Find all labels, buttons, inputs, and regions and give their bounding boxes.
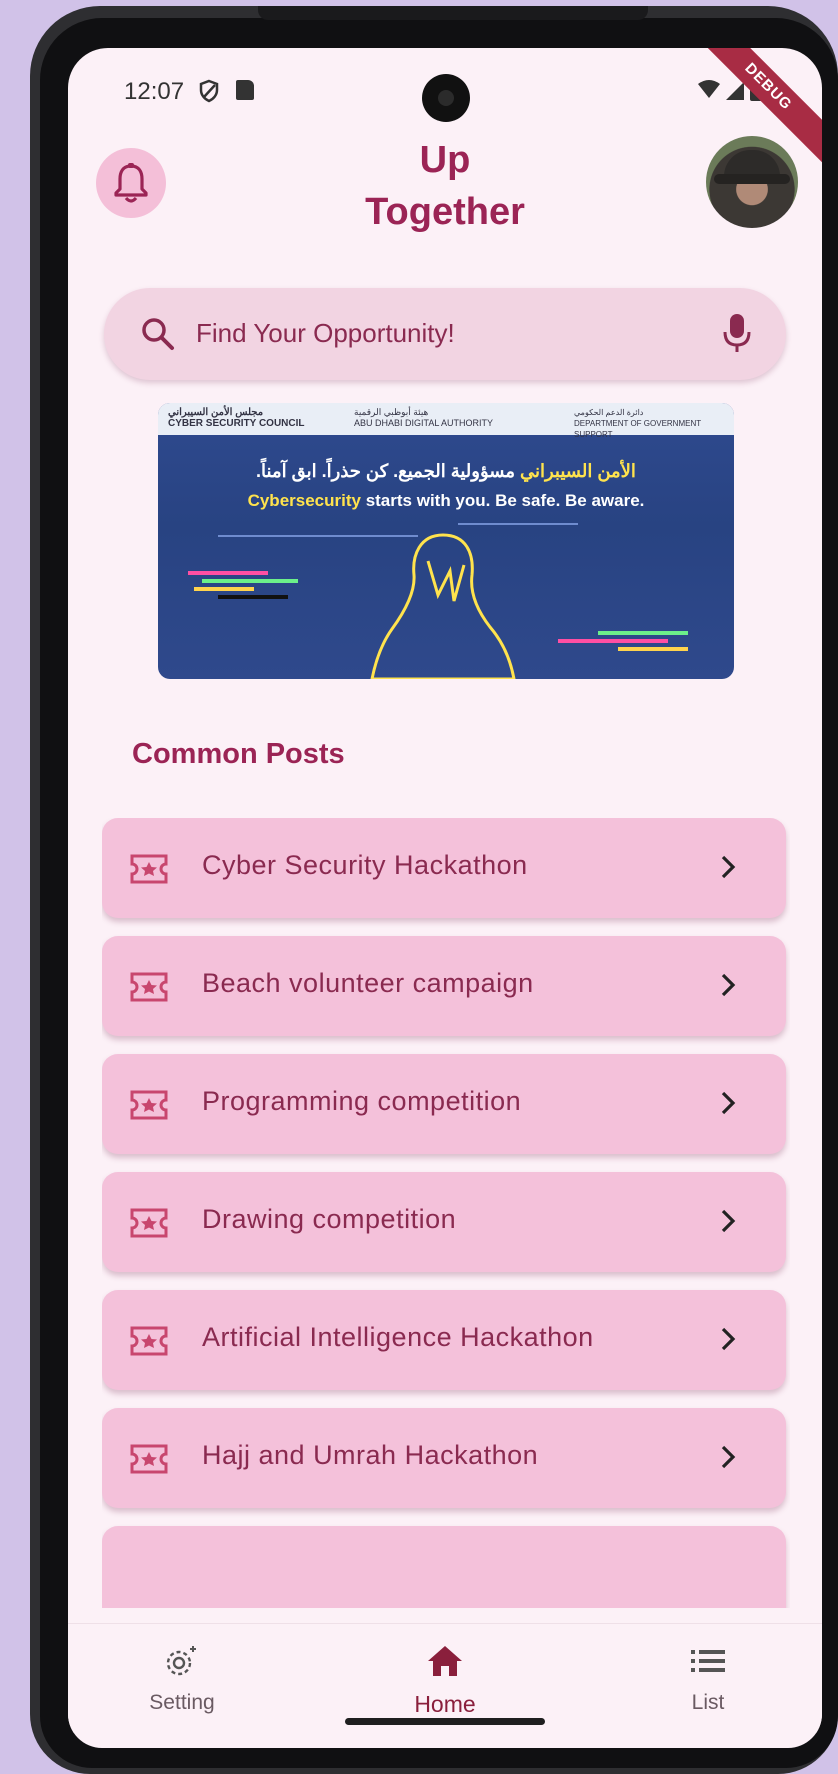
glitch-bar <box>598 631 688 635</box>
chevron-right-icon <box>721 1327 736 1351</box>
cybersecurity-banner[interactable]: مجلس الأمن السيبراني CYBER SECURITY COUN… <box>158 403 734 679</box>
glitch-bar <box>188 571 268 575</box>
chevron-right-icon <box>721 1091 736 1115</box>
home-icon <box>428 1646 462 1676</box>
banner-english-text: Cybersecurity starts with you. Be safe. … <box>247 491 645 510</box>
post-label: Programming competition <box>202 1086 522 1116</box>
profile-avatar[interactable] <box>706 136 798 228</box>
ticket-star-icon <box>130 972 168 1002</box>
gesture-home-bar[interactable] <box>345 1718 545 1725</box>
nav-item-setting[interactable]: Setting <box>102 1644 262 1715</box>
sd-card-icon <box>236 80 254 100</box>
ticket-star-icon <box>130 1090 168 1120</box>
logo-cyber-security-council: مجلس الأمن السيبراني CYBER SECURITY COUN… <box>168 407 305 429</box>
glitch-bar <box>218 595 288 599</box>
post-item-partial[interactable] <box>102 1526 786 1608</box>
chevron-right-icon <box>721 1445 736 1469</box>
chevron-right-icon <box>721 855 736 879</box>
post-label: Beach volunteer campaign <box>202 968 534 998</box>
glitch-bar <box>194 587 254 591</box>
app-screen: 12:07 DEBUG Up Together Find Your Opport… <box>68 48 822 1748</box>
post-label: Drawing competition <box>202 1204 457 1234</box>
post-label: Hajj and Umrah Hackathon <box>202 1440 539 1470</box>
microphone-icon[interactable] <box>722 312 752 354</box>
list-icon <box>691 1650 725 1672</box>
bottom-navigation: Setting Home List <box>68 1623 822 1733</box>
ticket-star-icon <box>130 854 168 884</box>
logo-abu-dhabi-digital-authority: هيئة أبوظبي الرقمية ABU DHABI DIGITAL AU… <box>354 407 494 428</box>
status-time: 12:07 <box>124 78 185 105</box>
ticket-star-icon <box>130 1444 168 1474</box>
glitch-bar <box>202 579 298 583</box>
shield-icon <box>199 79 219 103</box>
gear-icon <box>166 1646 196 1676</box>
banner-arabic-text: الأمن السيبراني مسؤولية الجميع. كن حذراً… <box>256 461 636 481</box>
common-posts-list[interactable]: Cyber Security Hackathon Beach volunteer… <box>102 818 790 1608</box>
post-item[interactable]: Hajj and Umrah Hackathon <box>102 1408 786 1508</box>
nav-label-home: Home <box>414 1691 476 1717</box>
phone-top-slot <box>258 6 648 20</box>
cellular-icon <box>726 82 744 100</box>
nav-label-list: List <box>691 1691 725 1714</box>
search-bar[interactable]: Find Your Opportunity! <box>104 288 786 380</box>
glitch-bar <box>218 535 418 537</box>
banner-logo-strip: مجلس الأمن السيبراني CYBER SECURITY COUN… <box>158 403 734 439</box>
nav-item-list[interactable]: List <box>628 1644 788 1715</box>
nav-item-home[interactable]: Home <box>365 1644 525 1718</box>
section-title-common-posts: Common Posts <box>132 738 345 770</box>
logo-government-support: دائرة الدعم الحكومي DEPARTMENT OF GOVERN… <box>574 408 701 439</box>
chevron-right-icon <box>721 1209 736 1233</box>
post-item[interactable]: Beach volunteer campaign <box>102 936 786 1036</box>
chevron-right-icon <box>721 973 736 997</box>
post-item[interactable]: Cyber Security Hackathon <box>102 818 786 918</box>
post-item[interactable]: Artificial Intelligence Hackathon <box>102 1290 786 1390</box>
status-bar: 12:07 DEBUG <box>68 48 822 169</box>
wifi-icon <box>698 80 720 98</box>
front-camera <box>422 74 470 122</box>
post-item[interactable]: Programming competition <box>102 1054 786 1154</box>
glitch-bar <box>558 639 668 643</box>
search-placeholder[interactable]: Find Your Opportunity! <box>196 318 455 349</box>
post-label: Artificial Intelligence Hackathon <box>202 1322 594 1352</box>
avatar-hat-brim <box>714 174 790 184</box>
hooded-figure-illustration <box>370 533 516 679</box>
nav-label-setting: Setting <box>149 1691 215 1714</box>
post-item[interactable]: Drawing competition <box>102 1172 786 1272</box>
search-icon <box>142 318 174 350</box>
glitch-bar <box>458 523 578 525</box>
glitch-bar <box>618 647 688 651</box>
post-label: Cyber Security Hackathon <box>202 850 528 880</box>
ticket-star-icon <box>130 1208 168 1238</box>
ticket-star-icon <box>130 1326 168 1356</box>
